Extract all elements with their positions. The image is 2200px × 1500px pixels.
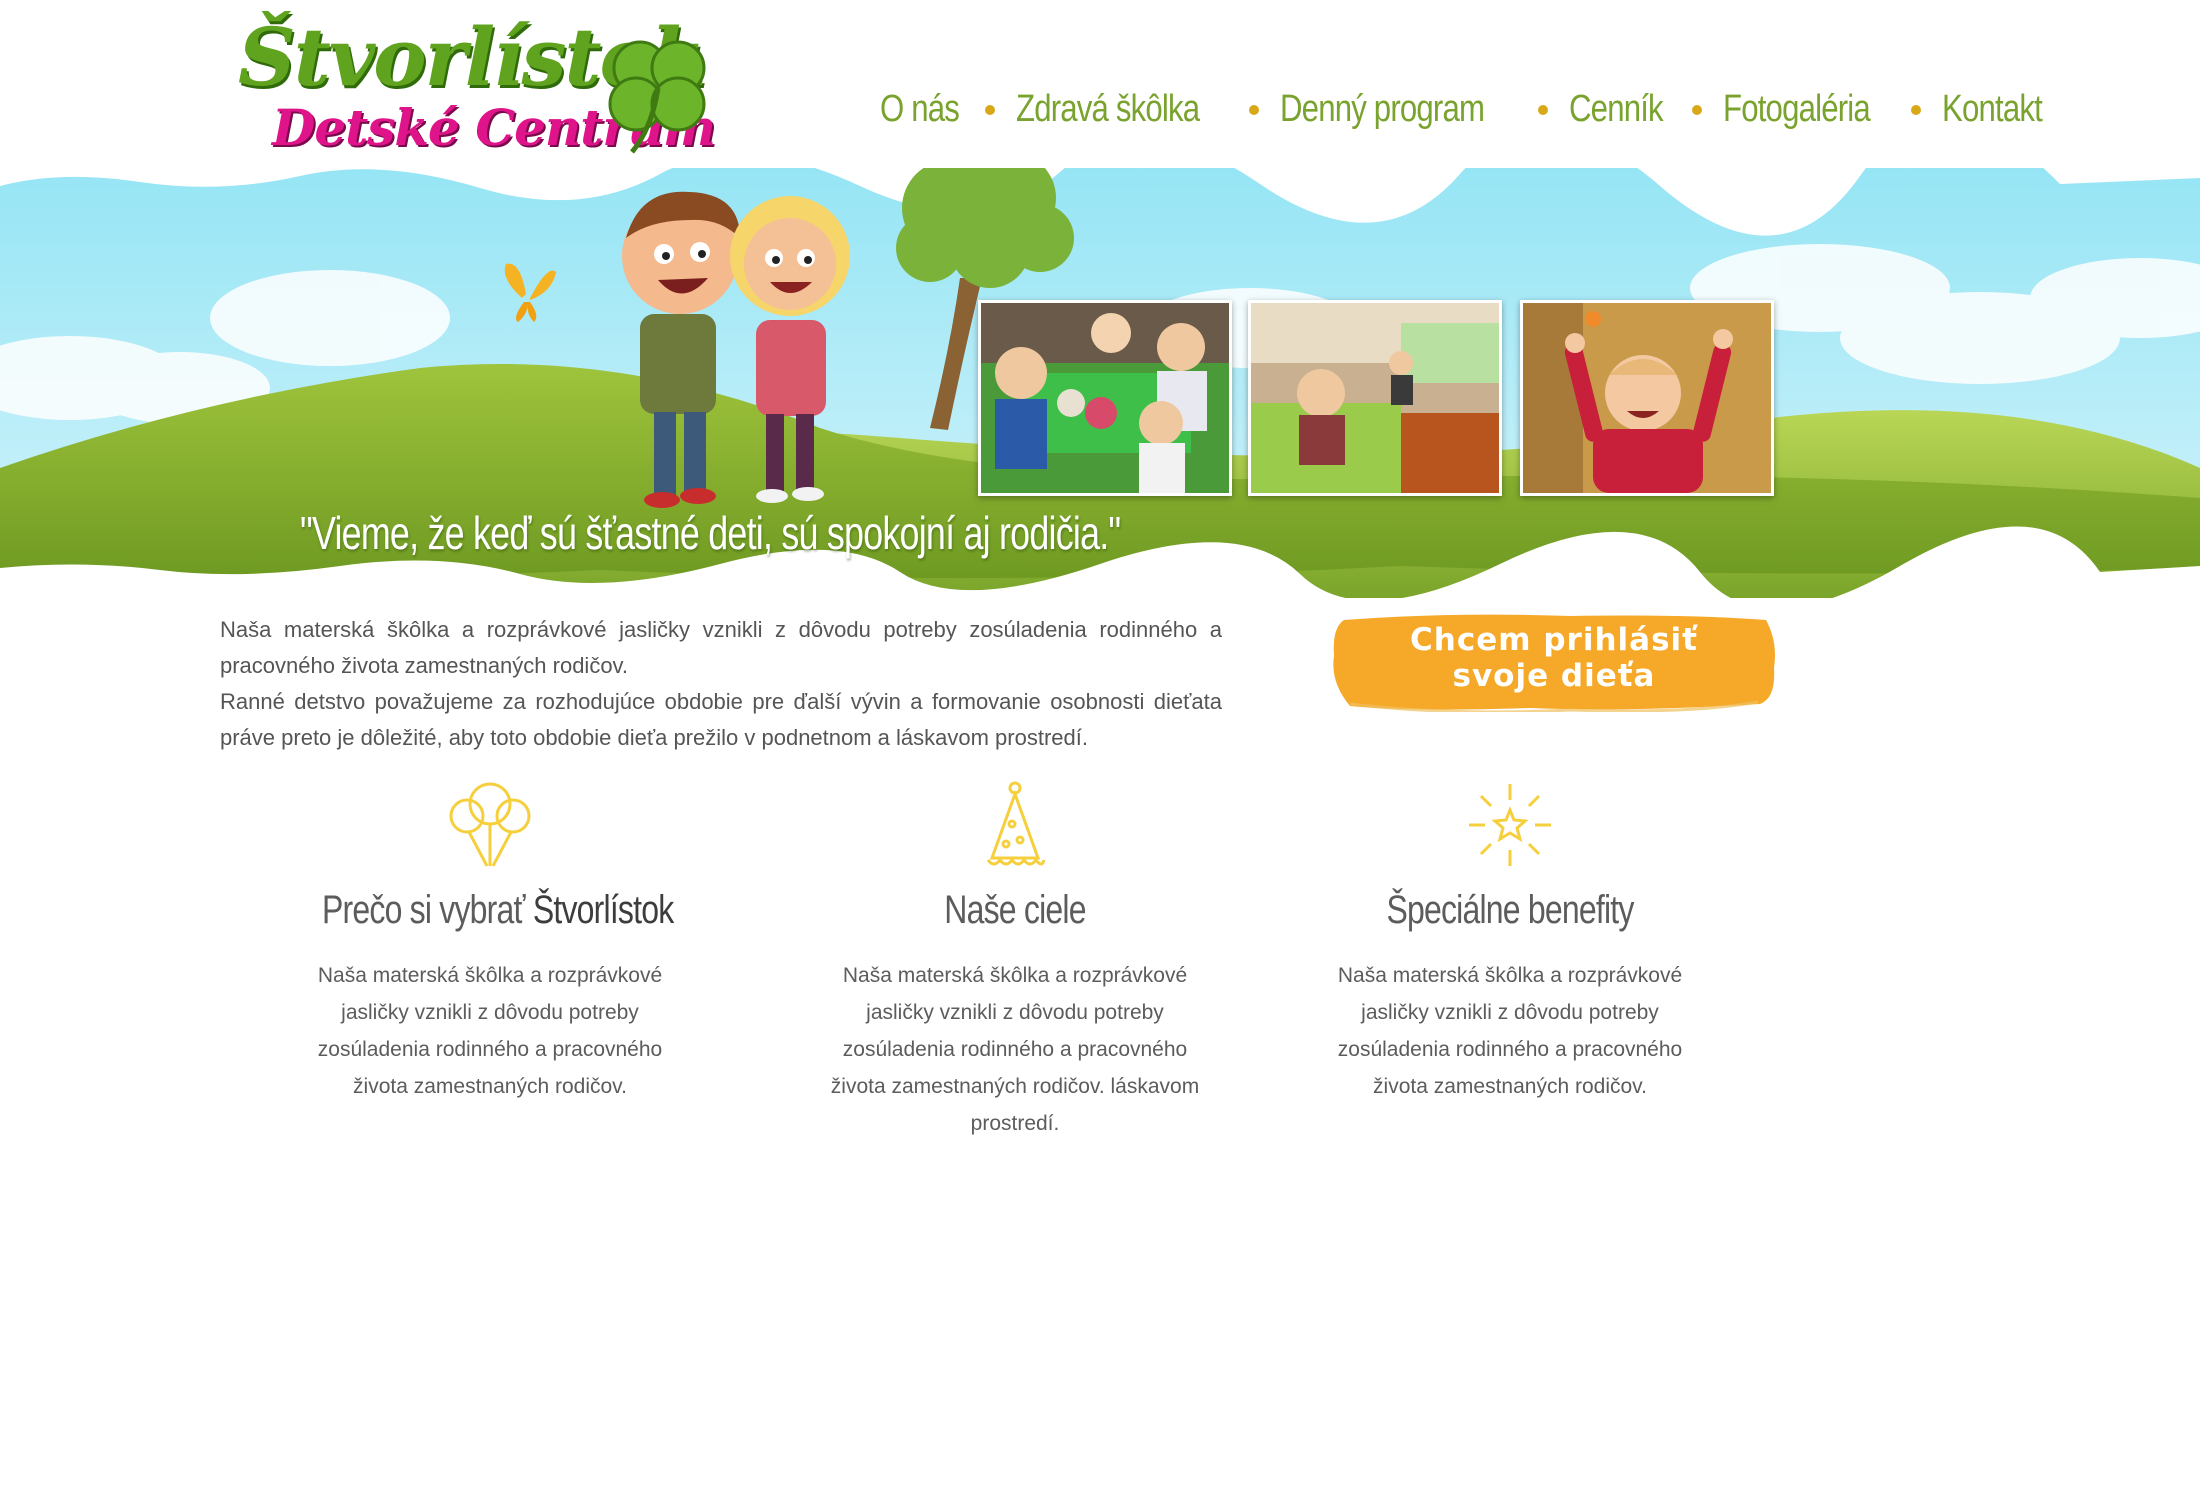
- star-burst-icon: [1469, 784, 1551, 866]
- bullet-icon: [1911, 104, 1922, 115]
- feature-text: Naša materská škôlka a rozprávkové jasli…: [317, 964, 663, 1098]
- feature-title: Špeciálne benefity: [1386, 888, 1634, 932]
- intro-line: Ranné detstvo považujeme za rozhodujúce …: [220, 689, 1222, 750]
- feature-goals: Naše ciele Naša materská škôlka a rozprá…: [805, 780, 1225, 1142]
- cta-line: svoje dieťa: [1452, 658, 1656, 694]
- feature-why-choose: Prečo si vybrať Štvorlístok Naša matersk…: [280, 780, 700, 1105]
- intro-line: Naša materská škôlka a rozprávkové jasli…: [220, 617, 1222, 678]
- hero-quote: "Vieme, že keď sú šťastné deti, sú spoko…: [300, 507, 1121, 559]
- logo[interactable]: Štvorlístok Detské Centrum: [230, 10, 720, 157]
- balloons-icon: [449, 782, 531, 867]
- bullet-icon: [1692, 104, 1703, 115]
- bullet-icon: [985, 104, 996, 115]
- clover-icon: [608, 40, 706, 154]
- party-hat-icon: [986, 781, 1046, 866]
- bullet-icon: [1248, 104, 1259, 115]
- feature-special-benefits: Špeciálne benefity Naša materská škôlka …: [1300, 780, 1720, 1105]
- nav-item-zdrava-skolka[interactable]: Zdravá škôlka: [1016, 88, 1200, 131]
- feature-text: Naša materská škôlka a rozprávkové jasli…: [1337, 964, 1683, 1098]
- nav-item-kontakt[interactable]: Kontakt: [1942, 88, 2043, 131]
- gallery-photo[interactable]: [978, 300, 1232, 496]
- feature-title: Naše ciele: [944, 888, 1086, 932]
- feature-title: Prečo si vybrať Štvorlístok: [322, 888, 674, 932]
- bullet-icon: [1537, 104, 1548, 115]
- nav-item-o-nas[interactable]: O nás: [880, 88, 960, 131]
- hero-banner: "Vieme, že keď sú šťastné deti, sú spoko…: [0, 168, 2200, 598]
- intro-text: Naša materská škôlka a rozprávkové jasli…: [220, 612, 1222, 756]
- nav-item-denny-program[interactable]: Denný program: [1280, 88, 1485, 131]
- main-nav: O nás Zdravá škôlka Denný program Cenník…: [880, 88, 2064, 131]
- gallery-photo[interactable]: [1248, 300, 1502, 496]
- nav-item-cennik[interactable]: Cenník: [1569, 88, 1664, 131]
- cta-line: Chcem prihlásiť: [1410, 622, 1698, 658]
- enroll-child-button[interactable]: Chcem prihlásiť svoje dieťa: [1330, 612, 1778, 712]
- feature-text: Naša materská škôlka a rozprávkové jasli…: [830, 964, 1200, 1135]
- gallery-photo[interactable]: [1520, 300, 1774, 496]
- nav-item-fotogaleria[interactable]: Fotogaléria: [1723, 88, 1871, 131]
